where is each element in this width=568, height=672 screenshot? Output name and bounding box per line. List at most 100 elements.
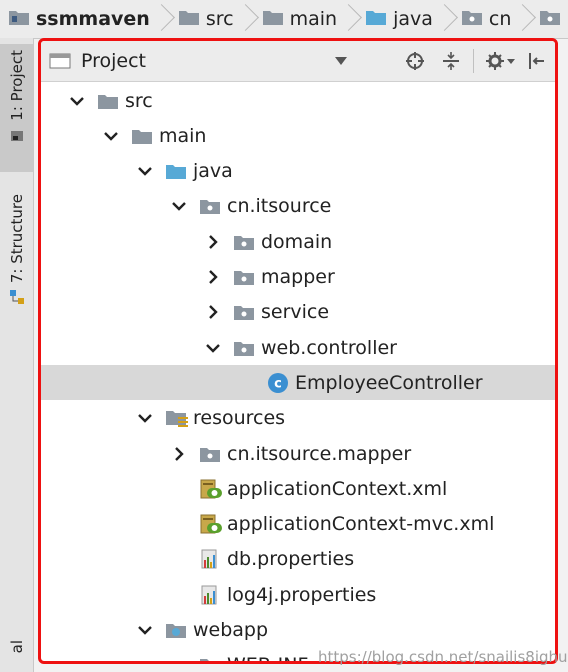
chevron-down-icon[interactable] <box>103 128 119 144</box>
tree-node[interactable]: domain <box>41 224 555 259</box>
tree-node-label: applicationContext-mvc.xml <box>227 513 495 536</box>
hide-icon[interactable] <box>525 49 549 73</box>
tree-node-label: cn.itsource <box>227 195 332 218</box>
folder-icon <box>178 8 200 31</box>
project-panel: Project src main java cn.itsource domain mapp… <box>38 38 558 664</box>
tool-window-strip: 1: Project 7: Structure al <box>0 38 34 672</box>
chevron-down-icon[interactable] <box>171 198 187 214</box>
breadcrumb-item-4[interactable]: cn <box>455 0 534 38</box>
watermark: https://blog.csdn.net/snailis8ighuil <box>318 648 568 666</box>
package-icon <box>199 445 221 463</box>
chevron-down-icon[interactable] <box>137 622 153 638</box>
tree-node[interactable]: c EmployeeController <box>41 365 555 401</box>
tree-node-label: log4j.properties <box>227 583 377 606</box>
chevron-right-icon[interactable] <box>205 304 221 320</box>
folder-icon <box>262 8 284 31</box>
project-view-icon <box>49 52 71 70</box>
tab-project-label: 1: Project <box>7 50 26 121</box>
breadcrumb-separator-icon <box>439 0 449 38</box>
breadcrumb-label: main <box>289 8 338 30</box>
tree-node-label: WEB-INF <box>227 654 308 661</box>
tab-project[interactable]: 1: Project <box>0 44 33 172</box>
tree-node-label: db.properties <box>227 548 355 571</box>
breadcrumb-item-0[interactable]: ssmmaven <box>0 0 172 38</box>
package-icon <box>199 197 221 215</box>
tree-node[interactable]: applicationContext-mvc.xml <box>41 507 555 542</box>
tree-node-label: mapper <box>261 266 335 288</box>
spring-xml-icon <box>199 478 223 500</box>
breadcrumb-item-2[interactable]: main <box>256 0 359 38</box>
breadcrumb-separator-icon <box>343 0 353 38</box>
chevron-down-icon[interactable] <box>205 340 221 356</box>
tab-other-label: al <box>7 640 26 654</box>
tree-node[interactable]: web.controller <box>41 330 555 365</box>
target-icon[interactable] <box>403 49 427 73</box>
tree-node-label: web.controller <box>261 336 397 359</box>
tab-other[interactable]: al <box>0 640 33 672</box>
tree-node[interactable]: java <box>41 154 555 189</box>
chevron-down-icon[interactable] <box>137 410 153 426</box>
package-icon <box>233 303 255 321</box>
project-panel-header: Project <box>41 41 555 82</box>
properties-icon <box>199 584 221 606</box>
tree-node-label: service <box>261 301 330 324</box>
project-icon <box>10 127 24 146</box>
svg-text:c: c <box>274 376 282 391</box>
package-icon <box>233 233 255 251</box>
structure-icon <box>9 289 25 309</box>
breadcrumb-label: java <box>393 8 433 30</box>
class-icon: c <box>267 372 289 394</box>
chevron-down-icon[interactable] <box>171 657 187 661</box>
tree-node-label: EmployeeController <box>295 371 483 394</box>
breadcrumb-label: ssmmaven <box>36 8 150 30</box>
tree-node[interactable]: cn.itsource <box>41 189 555 224</box>
source-folder-icon <box>165 162 187 180</box>
breadcrumb-separator-icon <box>240 0 250 38</box>
folder-icon <box>199 656 221 661</box>
package-icon <box>233 268 255 286</box>
chevron-down-icon[interactable] <box>69 93 85 109</box>
chevron-right-icon[interactable] <box>205 234 221 250</box>
navigation-bar: ssmmaven src main java cni <box>0 0 568 39</box>
tree-node[interactable]: main <box>41 118 555 153</box>
tree-node[interactable]: applicationContext.xml <box>41 471 555 506</box>
tree-node-label: main <box>159 124 207 147</box>
tree-node[interactable]: mapper <box>41 260 555 295</box>
tree-node-label: applicationContext.xml <box>227 477 448 500</box>
breadcrumb-item-3[interactable]: java <box>359 0 455 38</box>
chevron-right-icon[interactable] <box>171 446 187 462</box>
collapse-all-icon[interactable] <box>439 49 463 73</box>
tree-node-label: cn.itsource.mapper <box>227 442 412 465</box>
folder-icon <box>131 127 153 145</box>
package-icon <box>233 339 255 357</box>
panel-title: Project <box>81 50 147 72</box>
tab-structure[interactable]: 7: Structure <box>0 188 33 338</box>
breadcrumb-separator-icon <box>156 0 166 38</box>
chevron-down-icon[interactable] <box>137 163 153 179</box>
gear-icon[interactable] <box>483 49 517 73</box>
tree-node[interactable]: cn.itsource.mapper <box>41 436 555 471</box>
spring-xml-icon <box>199 513 223 535</box>
breadcrumb-separator-icon <box>517 0 527 38</box>
tree-node[interactable]: webapp <box>41 613 555 648</box>
tree-node-label: resources <box>193 407 286 430</box>
tree-node-label: webapp <box>193 619 269 641</box>
tree-node[interactable]: resources <box>41 401 555 436</box>
breadcrumb-item-5[interactable]: i <box>533 0 568 38</box>
tree-node-label: domain <box>261 230 333 253</box>
package-icon <box>461 8 483 31</box>
tree-node[interactable]: db.properties <box>41 542 555 577</box>
chevron-right-icon[interactable] <box>205 269 221 285</box>
breadcrumb-label: src <box>205 8 234 30</box>
properties-icon <box>199 548 221 570</box>
tree-node[interactable]: service <box>41 295 555 330</box>
breadcrumb-item-1[interactable]: src <box>172 0 256 38</box>
view-dropdown-icon[interactable] <box>331 49 351 73</box>
tree-node[interactable]: log4j.properties <box>41 577 555 612</box>
web-folder-icon <box>165 621 187 639</box>
tree-node[interactable]: src <box>41 83 555 118</box>
tab-structure-label: 7: Structure <box>7 194 26 284</box>
tree-node-label: src <box>125 89 153 112</box>
module-folder-icon <box>8 8 30 31</box>
breadcrumb-label: cn <box>488 8 512 30</box>
